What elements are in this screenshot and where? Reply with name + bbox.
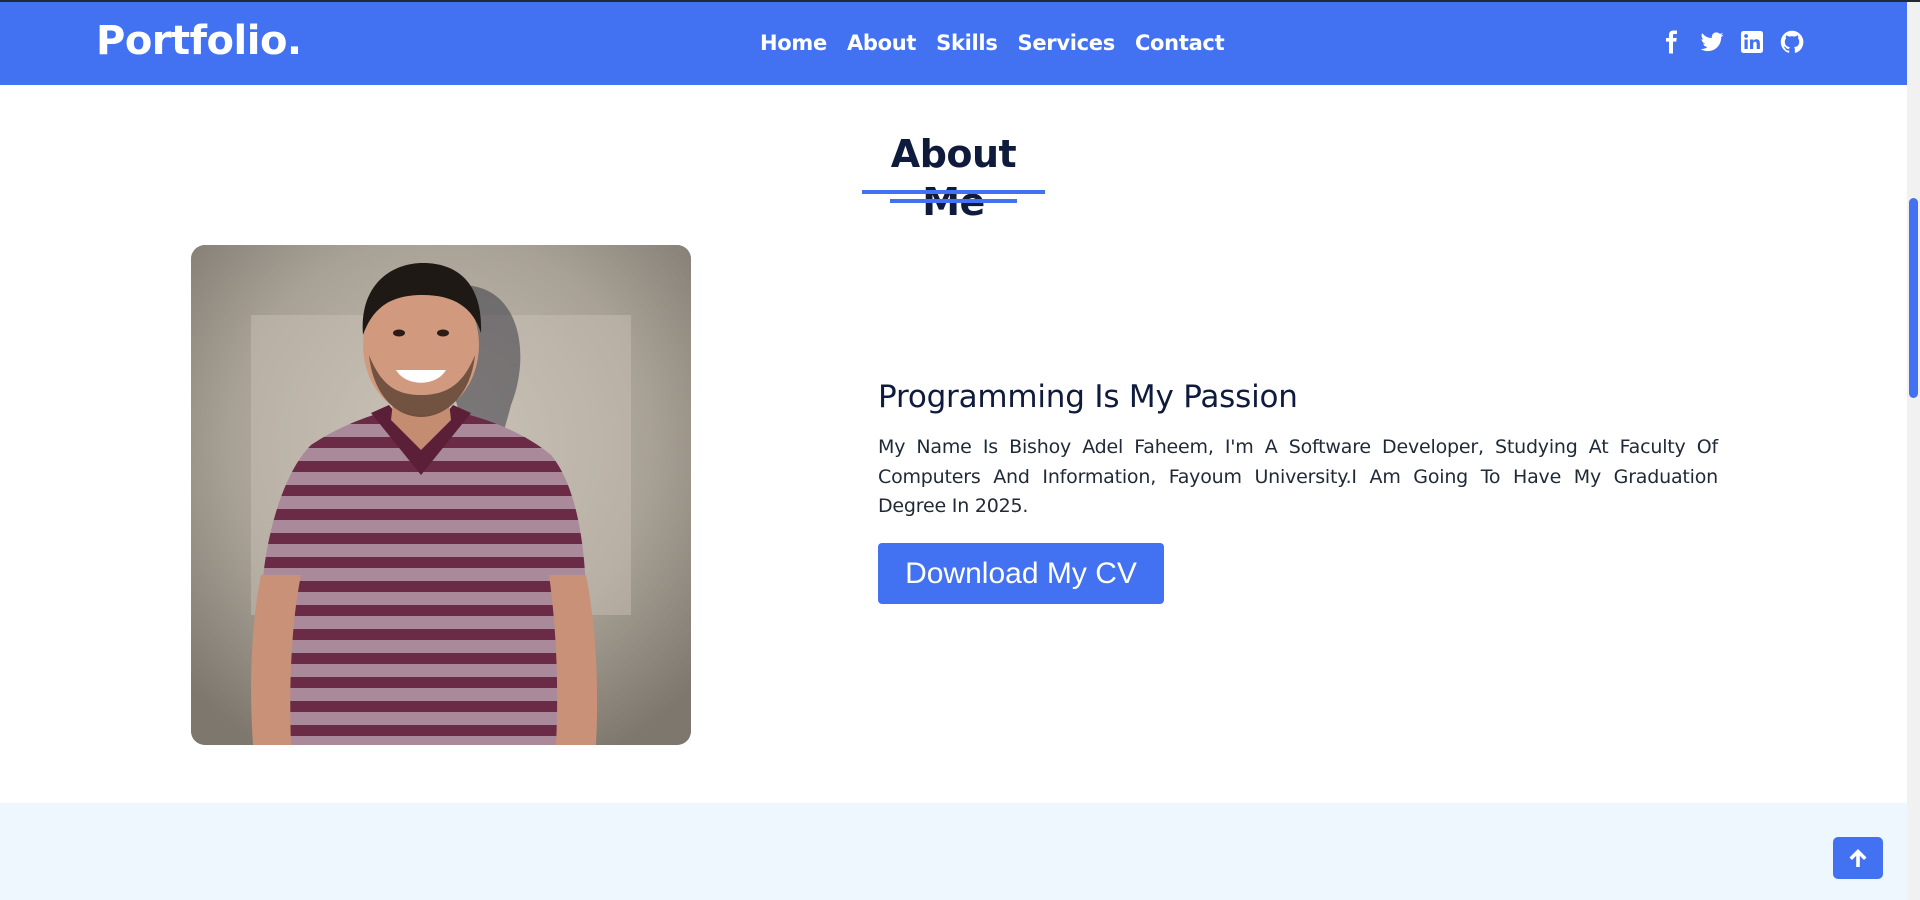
nav-link-skills[interactable]: Skills — [936, 28, 998, 58]
section-title-wrap: About Me — [862, 130, 1045, 226]
social-links — [1660, 30, 1804, 54]
facebook-icon[interactable] — [1660, 30, 1684, 54]
profile-photo — [191, 245, 691, 745]
download-cv-button[interactable]: Download My CV — [878, 543, 1164, 604]
next-section — [0, 803, 1907, 900]
nav-link-about[interactable]: About — [847, 28, 917, 58]
title-underline-short — [890, 199, 1017, 203]
twitter-icon[interactable] — [1700, 30, 1724, 54]
title-underline — [862, 190, 1045, 194]
scroll-to-top-button[interactable] — [1833, 837, 1883, 879]
page: Portfolio. Home About Skills Services Co… — [0, 0, 1920, 900]
nav-link-home[interactable]: Home — [760, 28, 827, 58]
navbar: Portfolio. Home About Skills Services Co… — [0, 2, 1907, 85]
linkedin-icon[interactable] — [1740, 30, 1764, 54]
github-icon[interactable] — [1780, 30, 1804, 54]
arrow-up-icon — [1849, 849, 1867, 867]
nav-link-contact[interactable]: Contact — [1135, 28, 1225, 58]
brand-logo[interactable]: Portfolio. — [96, 17, 302, 65]
section-title: About Me — [890, 132, 1017, 224]
scrollbar[interactable] — [1907, 2, 1920, 900]
about-heading: Programming Is My Passion — [878, 379, 1298, 415]
scrollbar-thumb[interactable] — [1909, 198, 1918, 398]
about-description: My Name Is Bishoy Adel Faheem, I'm A Sof… — [878, 436, 1718, 517]
nav-links: Home About Skills Services Contact — [760, 28, 1225, 58]
nav-link-services[interactable]: Services — [1018, 28, 1116, 58]
